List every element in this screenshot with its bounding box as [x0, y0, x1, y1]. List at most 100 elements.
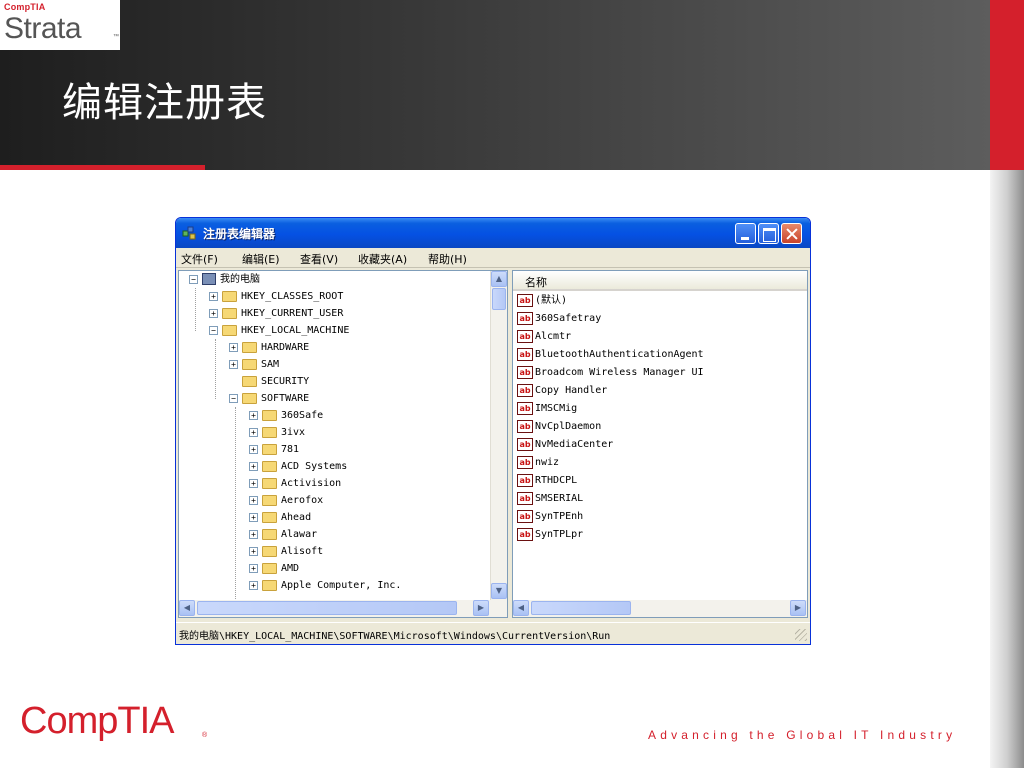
window-title-bar[interactable]: 注册表编辑器	[176, 218, 810, 248]
tree-item-label: HKEY_CURRENT_USER	[241, 308, 344, 319]
tree-connector	[235, 407, 236, 617]
tree-item-label: HARDWARE	[261, 342, 310, 353]
expand-toggle[interactable]: +	[229, 342, 238, 352]
expand-toggle[interactable]: +	[209, 308, 218, 318]
value-row[interactable]: ab SMSERIAL	[517, 490, 583, 508]
value-name: NvMediaCenter	[535, 439, 614, 450]
column-header-label: 名称	[525, 276, 547, 289]
values-horizontal-scrollbar[interactable]: ◀ ▶	[513, 600, 807, 617]
tree-item-alawar[interactable]: + Alawar	[249, 526, 317, 543]
minimize-button[interactable]	[735, 223, 756, 244]
expand-toggle[interactable]: +	[229, 359, 238, 369]
value-row[interactable]: ab SynTPEnh	[517, 508, 583, 526]
tree-horizontal-scrollbar[interactable]: ◀ ▶	[179, 600, 507, 617]
column-header-name[interactable]: 名称	[513, 271, 807, 291]
tree-item-acd-systems[interactable]: + ACD Systems	[249, 458, 347, 475]
string-value-icon: ab	[517, 419, 533, 433]
close-button[interactable]	[781, 223, 802, 244]
tree-item-software[interactable]: − SOFTWARE	[229, 390, 309, 407]
collapse-toggle[interactable]: −	[209, 325, 218, 335]
strata-logo: CompTIA Strata ™	[0, 0, 120, 50]
resize-grip-icon[interactable]	[795, 629, 807, 641]
value-name: 360Safetray	[535, 313, 602, 324]
value-name: RTHDCPL	[535, 475, 578, 486]
value-row[interactable]: ab SynTPLpr	[517, 526, 583, 544]
value-row[interactable]: ab NvCplDaemon	[517, 418, 601, 436]
scroll-up-arrow-icon[interactable]: ▲	[491, 271, 507, 287]
expand-toggle[interactable]: +	[249, 461, 258, 471]
string-value-icon: ab	[517, 527, 533, 541]
value-row[interactable]: ab nwiz	[517, 454, 559, 472]
value-row[interactable]: ab Alcmtr	[517, 328, 571, 346]
tree-item-label: SOFTWARE	[261, 393, 310, 404]
tree-item-security[interactable]: SECURITY	[242, 373, 309, 390]
tree-item-apple-computer[interactable]: + Apple Computer, Inc.	[249, 577, 401, 594]
expand-toggle[interactable]: +	[249, 410, 258, 420]
menu-bar: 文件(F) 编辑(E) 查看(V) 收藏夹(A) 帮助(H)	[176, 248, 810, 268]
menu-edit[interactable]: 编辑(E)	[242, 251, 280, 267]
expand-toggle[interactable]: +	[249, 427, 258, 437]
registry-tree-pane[interactable]: − 我的电脑 + HKEY_CLASSES_ROOT + HKEY_CURRENT_U…	[178, 270, 508, 618]
tree-item-activision[interactable]: + Activision	[249, 475, 341, 492]
collapse-toggle[interactable]: −	[189, 274, 198, 284]
expand-toggle[interactable]: +	[249, 478, 258, 488]
expand-toggle[interactable]: +	[249, 444, 258, 454]
tree-item-label: Activision	[281, 478, 342, 489]
expand-toggle[interactable]: +	[249, 495, 258, 505]
tree-item-hkcr[interactable]: + HKEY_CLASSES_ROOT	[209, 288, 343, 305]
expand-toggle[interactable]: +	[249, 580, 258, 590]
menu-favorites[interactable]: 收藏夹(A)	[358, 251, 407, 267]
tree-item-label: AMD	[281, 563, 300, 574]
menu-file[interactable]: 文件(F)	[181, 251, 218, 267]
tree-item-781[interactable]: +781	[249, 441, 299, 458]
tree-item-hkcu[interactable]: + HKEY_CURRENT_USER	[209, 305, 343, 322]
tree-item-amd[interactable]: + AMD	[249, 560, 299, 577]
value-row[interactable]: ab Copy Handler	[517, 382, 607, 400]
collapse-toggle[interactable]: −	[229, 393, 238, 403]
tree-item-alisoft[interactable]: + Alisoft	[249, 543, 323, 560]
value-row[interactable]: ab IMSCMig	[517, 400, 577, 418]
menu-view[interactable]: 查看(V)	[300, 251, 338, 267]
tree-item-ahead[interactable]: + Ahead	[249, 509, 311, 526]
tree-item-sam[interactable]: + SAM	[229, 356, 279, 373]
scroll-left-arrow-icon[interactable]: ◀	[179, 600, 195, 616]
value-row[interactable]: ab 360Safetray	[517, 310, 601, 328]
value-row[interactable]: ab Broadcom Wireless Manager UI	[517, 364, 704, 382]
comptia-logo-registered-mark: ®	[202, 732, 208, 739]
tree-item-360safe[interactable]: +360Safe	[249, 407, 323, 424]
scroll-thumb[interactable]	[531, 601, 631, 615]
value-row[interactable]: ab NvMediaCenter	[517, 436, 613, 454]
expand-toggle[interactable]: +	[249, 529, 258, 539]
registry-values-pane[interactable]: 名称 ab (默认) ab 360Safetray ab Alcmtr ab Bluet…	[512, 270, 808, 618]
scroll-right-arrow-icon[interactable]: ▶	[790, 600, 806, 616]
tree-item-label: SAM	[261, 359, 280, 370]
tree-item-3ivx[interactable]: +3ivx	[249, 424, 305, 441]
value-name: Broadcom Wireless Manager UI	[535, 367, 704, 378]
value-row[interactable]: ab (默认)	[517, 292, 567, 310]
scroll-thumb[interactable]	[197, 601, 457, 615]
scroll-right-arrow-icon[interactable]: ▶	[473, 600, 489, 616]
menu-help[interactable]: 帮助(H)	[428, 251, 467, 267]
tree-vertical-scrollbar[interactable]: ▲ ▼	[490, 271, 507, 600]
string-value-icon: ab	[517, 437, 533, 451]
scroll-thumb[interactable]	[492, 288, 506, 310]
value-name: SynTPLpr	[535, 529, 584, 540]
tree-item-hklm[interactable]: − HKEY_LOCAL_MACHINE	[209, 322, 349, 339]
expand-toggle[interactable]: +	[249, 546, 258, 556]
folder-icon	[242, 375, 257, 387]
value-row[interactable]: ab BluetoothAuthenticationAgent	[517, 346, 704, 364]
expand-toggle[interactable]: +	[249, 512, 258, 522]
tree-item-label: Aerofox	[281, 495, 324, 506]
maximize-button[interactable]	[758, 223, 779, 244]
tree-item-hardware[interactable]: + HARDWARE	[229, 339, 309, 356]
scroll-left-arrow-icon[interactable]: ◀	[513, 600, 529, 616]
expand-toggle[interactable]: +	[249, 563, 258, 573]
value-row[interactable]: ab RTHDCPL	[517, 472, 577, 490]
folder-icon	[262, 562, 277, 574]
scroll-down-arrow-icon[interactable]: ▼	[491, 583, 507, 599]
tree-item-my-computer[interactable]: − 我的电脑	[189, 271, 260, 288]
string-value-icon: ab	[517, 491, 533, 505]
strata-logo-name: Strata	[4, 12, 82, 45]
tree-item-aerofox[interactable]: + Aerofox	[249, 492, 323, 509]
expand-toggle[interactable]: +	[209, 291, 218, 301]
